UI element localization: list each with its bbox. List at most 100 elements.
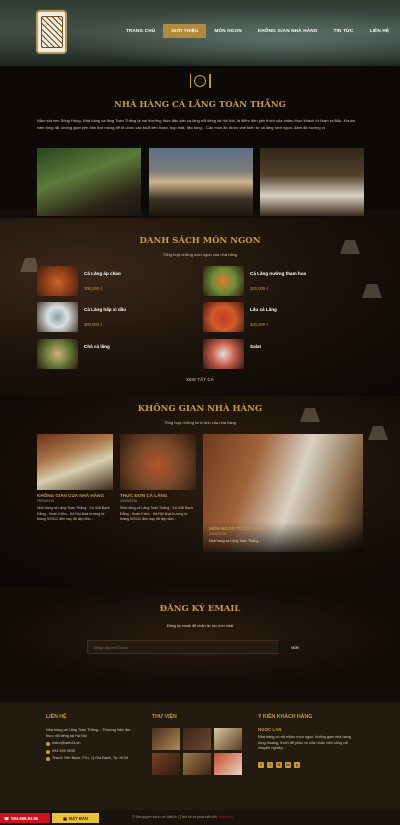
- dish-item[interactable]: Cá Lăng nướng tham hoa 300,000 ₫: [203, 266, 363, 296]
- book-button-label: ĐẶT BÀN: [69, 815, 88, 821]
- youtube-icon[interactable]: y: [294, 762, 300, 768]
- footer-email[interactable]: hotro@web2s.vn: [52, 741, 81, 747]
- post-date: 29/03/2018: [209, 532, 226, 536]
- copyright-text: © Bản quyền thuộc về Web2s | Thiết kế và…: [132, 815, 312, 819]
- gallery-thumb[interactable]: [214, 728, 242, 750]
- dish-name[interactable]: Cá Lăng nướng tham hoa: [250, 271, 306, 276]
- nav-item-menu[interactable]: MÓN NGON: [206, 24, 249, 38]
- nav-item-about[interactable]: GIỚI THIỆU: [163, 24, 207, 38]
- footer-email-row: hotro@web2s.vn: [46, 741, 138, 747]
- post-date: 29/03/2018: [120, 499, 137, 503]
- testimonial-author: NGỌC LAN: [258, 727, 282, 732]
- email-icon: [46, 742, 50, 746]
- footer-testimonial-title: Ý KIẾN KHÁCH HÀNG: [258, 714, 313, 720]
- phone-icon: ☎: [4, 815, 10, 821]
- post-date: 29/03/2018: [37, 499, 54, 503]
- dish-item[interactable]: Cá Lăng hấp xì dầu 300,000 ₫: [37, 302, 197, 332]
- email-input[interactable]: [87, 640, 279, 654]
- dish-name[interactable]: Cá Lăng hấp xì dầu: [84, 307, 126, 312]
- dish-name[interactable]: Chả cá lăng: [84, 344, 110, 349]
- site-logo[interactable]: [36, 10, 67, 54]
- dish-item[interactable]: Chả cá lăng: [37, 339, 197, 369]
- location-icon: [46, 757, 50, 761]
- menu-subtitle: Tổng hợp những món ngon của nhà hàng: [162, 252, 238, 257]
- cutlery-icon: [188, 72, 212, 90]
- footer-contact-block: Nhà hàng cá Lăng Toàn Thắng – Thương hiệ…: [46, 728, 138, 762]
- nav-item-home[interactable]: TRANG CHỦ: [118, 24, 163, 38]
- dish-price: 300,000 ₫: [250, 286, 269, 291]
- footer-gallery-title: THƯ VIỆN: [152, 714, 177, 720]
- see-all-link[interactable]: XEM TẤT CẢ: [160, 377, 240, 382]
- dish-item[interactable]: Salat: [203, 339, 363, 369]
- twitter-icon[interactable]: t: [267, 762, 273, 768]
- gallery-thumb[interactable]: [183, 728, 211, 750]
- footer-contact-text: Nhà hàng cá Lăng Toàn Thắng – Thương hiệ…: [46, 728, 131, 738]
- featured-post-caption: MÓN NGON TỪ CÁ LĂNG 29/03/2018 Nhà hàng …: [203, 522, 363, 552]
- lamp-decoration: [362, 284, 382, 298]
- footer-contact-title: LIÊN HỆ: [46, 714, 67, 720]
- dish-item[interactable]: Cá Lăng áp chảo 300,000 ₫: [37, 266, 197, 296]
- post-excerpt: Nhà hàng cá Lăng Toàn Thắng - Số 445 Bạc…: [37, 506, 110, 521]
- dish-price: 300,000 ₫: [250, 322, 269, 327]
- post-image[interactable]: [37, 434, 113, 490]
- dish-name[interactable]: Lẩu cá Lăng: [250, 307, 277, 312]
- gallery-thumb[interactable]: [214, 753, 242, 775]
- dish-item[interactable]: Lẩu cá Lăng 300,000 ₫: [203, 302, 363, 332]
- dish-thumbnail[interactable]: [37, 266, 78, 296]
- phone-icon: [46, 749, 50, 754]
- facebook-icon[interactable]: f: [258, 762, 264, 768]
- post-title[interactable]: THỰC ĐƠN CÁ LĂNG: [120, 493, 196, 498]
- calendar-icon: ▦: [63, 815, 68, 821]
- book-table-button[interactable]: ▦ ĐẶT BÀN: [52, 813, 99, 823]
- developer-link[interactable]: Web2s.vn: [218, 815, 233, 819]
- logo-emblem-icon: [40, 16, 63, 48]
- dish-name[interactable]: Cá Lăng áp chảo: [84, 271, 121, 276]
- dish-thumbnail[interactable]: [203, 266, 244, 296]
- intro-image-dining-room[interactable]: [260, 148, 364, 216]
- gallery-post[interactable]: THỰC ĐƠN CÁ LĂNG 29/03/2018 Nhà hàng cá …: [120, 434, 196, 523]
- linkedin-icon[interactable]: in: [285, 762, 291, 768]
- post-excerpt: Nhà hàng cá Lăng Toàn Thắng - Số 445 Bạc…: [120, 506, 193, 521]
- featured-post[interactable]: MÓN NGON TỪ CÁ LĂNG 29/03/2018 Nhà hàng …: [203, 434, 363, 552]
- gallery-post[interactable]: KHÔNG GIAN CỦA NHÀ HÀNG 29/03/2018 Nhà h…: [37, 434, 113, 523]
- nav-item-contact[interactable]: LIÊN HỆ: [362, 24, 398, 38]
- lamp-decoration: [368, 426, 388, 440]
- dish-thumbnail[interactable]: [37, 302, 78, 332]
- dish-thumbnail[interactable]: [37, 339, 78, 369]
- intro-image-garden[interactable]: [37, 148, 141, 216]
- footer-phone-row: 094 999 9295: [46, 749, 138, 755]
- footer-phone[interactable]: 094 999 9295: [52, 749, 75, 755]
- dish-thumbnail[interactable]: [203, 339, 244, 369]
- post-title[interactable]: KHÔNG GIAN CỦA NHÀ HÀNG: [37, 493, 113, 498]
- intro-title: NHÀ HÀNG CÁ LĂNG TOÀN THẮNG: [114, 100, 286, 110]
- newsletter-title: ĐĂNG KÝ EMAIL: [159, 604, 241, 614]
- dish-thumbnail[interactable]: [203, 302, 244, 332]
- intro-image-terrace[interactable]: [149, 148, 253, 216]
- post-title[interactable]: MÓN NGON TỪ CÁ LĂNG: [209, 526, 357, 531]
- dish-price: 300,000 ₫: [84, 322, 103, 327]
- newsletter-form: GỬI: [87, 640, 312, 654]
- post-excerpt: Nhà hàng cá Lăng Toàn Thắng...: [209, 539, 262, 543]
- nav-item-news[interactable]: TIN TỨC: [326, 24, 362, 38]
- gallery-thumb[interactable]: [152, 753, 180, 775]
- menu-title: DANH SÁCH MÓN NGON: [139, 236, 261, 246]
- footer-address-row: Thanh Văn Bạch, P21, Q.Gia Bạch, Tp. HCM: [46, 756, 138, 762]
- post-image[interactable]: [120, 434, 196, 490]
- social-links: f t G in y: [258, 762, 300, 768]
- main-nav: TRANG CHỦ GIỚI THIỆU MÓN NGON KHÔNG GIAN…: [118, 24, 397, 38]
- call-button-label: 094.999.92.95: [11, 815, 38, 821]
- gallery-thumb[interactable]: [152, 728, 180, 750]
- footer-address: Thanh Văn Bạch, P21, Q.Gia Bạch, Tp. HCM: [52, 756, 129, 760]
- intro-text: Nằm sát ven Sông Hồng, Nhà hàng cá lăng …: [37, 118, 356, 130]
- email-submit-button[interactable]: GỬI: [278, 641, 312, 653]
- testimonial-text: Nhà hàng có rất nhiều món ngon, không gi…: [258, 735, 351, 750]
- gallery-thumb[interactable]: [183, 753, 211, 775]
- newsletter-subtitle: Đăng ký email để nhận tin tức mới nhất: [166, 624, 234, 628]
- copyright-label: © Bản quyền thuộc về Web2s | Thiết kế và…: [132, 815, 218, 819]
- space-title: KHÔNG GIAN NHÀ HÀNG: [137, 404, 263, 414]
- call-button[interactable]: ☎ 094.999.92.95: [0, 813, 50, 823]
- nav-item-space[interactable]: KHÔNG GIAN NHÀ HÀNG: [250, 24, 326, 38]
- newsletter-section: [0, 586, 400, 686]
- google-plus-icon[interactable]: G: [276, 762, 282, 768]
- dish-name[interactable]: Salat: [250, 344, 261, 349]
